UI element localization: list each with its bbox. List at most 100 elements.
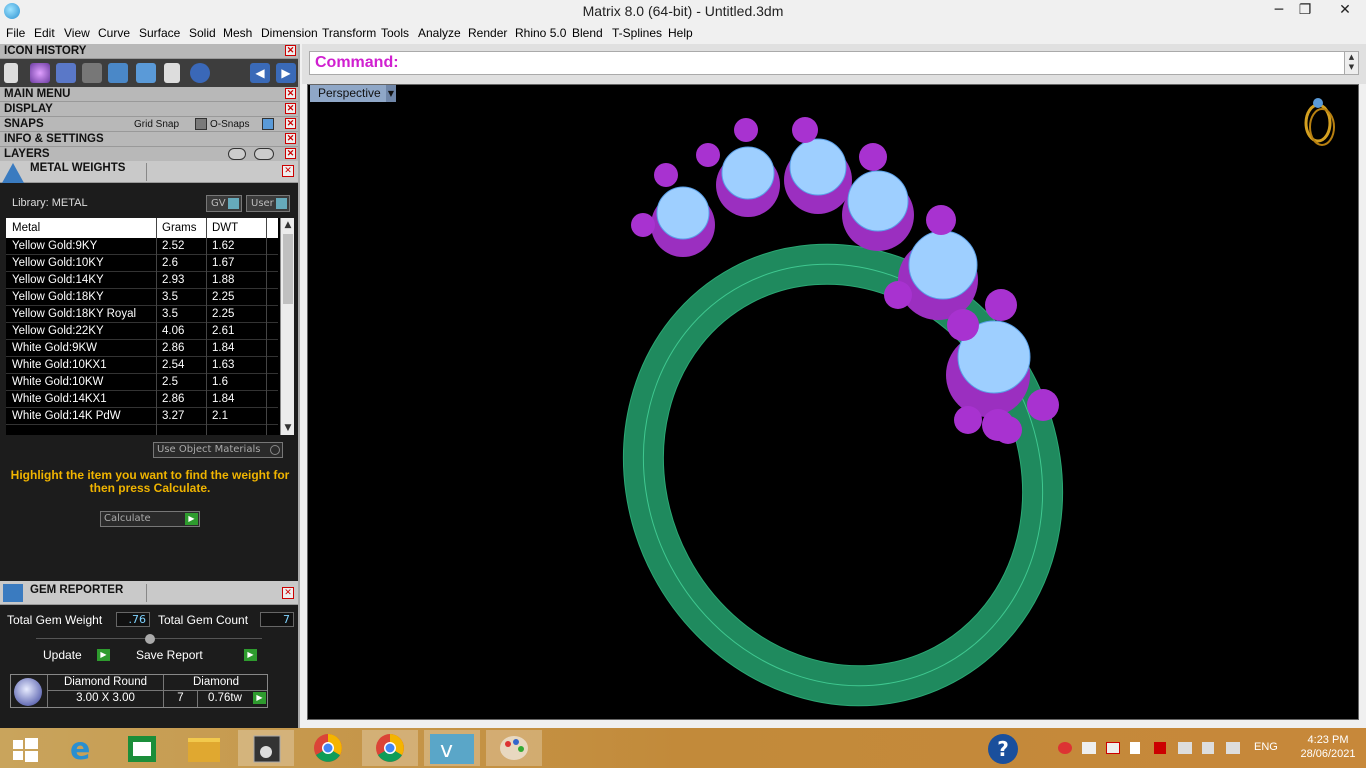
- close-icon[interactable]: ✕: [285, 45, 296, 56]
- command-input[interactable]: Command: ▲ ▼: [309, 51, 1359, 75]
- network-icon[interactable]: [1178, 742, 1192, 754]
- layers-header[interactable]: LAYERS ✕: [0, 147, 298, 162]
- table-row[interactable]: Yellow Gold:14KY 2.93 1.88: [6, 272, 278, 289]
- column-grams[interactable]: Grams: [162, 222, 197, 234]
- document-icon[interactable]: [164, 63, 180, 83]
- grid-snap-toggle[interactable]: [195, 118, 207, 130]
- scroll-thumb[interactable]: [283, 234, 293, 304]
- maximize-button[interactable]: ❐: [1290, 0, 1320, 22]
- menu-dimension[interactable]: Dimension: [261, 26, 318, 40]
- menu-tools[interactable]: Tools: [381, 26, 409, 40]
- taskbar-matrix[interactable]: [238, 730, 294, 766]
- calculate-button[interactable]: Calculate ▶: [100, 511, 200, 527]
- user-toggle[interactable]: User: [246, 195, 290, 212]
- table-row[interactable]: Yellow Gold:18KY Royal 3.5 2.25: [6, 306, 278, 323]
- onedrive-icon[interactable]: [1082, 742, 1096, 754]
- user-label: User: [251, 198, 274, 209]
- perspective-viewport[interactable]: Perspective ▼: [307, 84, 1359, 720]
- shield-icon[interactable]: [1154, 742, 1166, 754]
- clipboard-icon[interactable]: [4, 63, 18, 83]
- help-icon[interactable]: ?: [988, 734, 1018, 764]
- gem-icon[interactable]: [108, 63, 128, 83]
- column-dwt[interactable]: DWT: [212, 222, 238, 234]
- menu-tsplines[interactable]: T-Splines: [612, 26, 662, 40]
- language-indicator[interactable]: ENG: [1254, 741, 1278, 753]
- material-icon[interactable]: [30, 63, 50, 83]
- menu-file[interactable]: File: [6, 26, 25, 40]
- battery-icon[interactable]: [1202, 742, 1214, 754]
- menu-analyze[interactable]: Analyze: [418, 26, 461, 40]
- scroll-up-icon[interactable]: ▲: [281, 218, 294, 232]
- main-menu-header[interactable]: MAIN MENU ✕: [0, 87, 298, 102]
- save-icon[interactable]: [56, 63, 76, 83]
- gem-list-item[interactable]: Diamond Round Diamond 3.00 X 3.00 7 0.76…: [10, 674, 268, 708]
- splitter-handle[interactable]: [145, 634, 155, 644]
- column-metal[interactable]: Metal: [12, 222, 40, 234]
- display-header[interactable]: DISPLAY ✕: [0, 102, 298, 117]
- menu-edit[interactable]: Edit: [34, 26, 55, 40]
- icon-history-header[interactable]: ICON HISTORY ✕: [0, 44, 298, 59]
- table-row[interactable]: White Gold:9KW 2.86 1.84: [6, 340, 278, 357]
- render-icon[interactable]: [136, 63, 156, 83]
- taskbar-ie[interactable]: e: [54, 730, 110, 767]
- menu-mesh[interactable]: Mesh: [223, 26, 252, 40]
- close-button[interactable]: ✕: [1324, 0, 1366, 22]
- tray-app-icon[interactable]: [1034, 742, 1048, 754]
- menu-help[interactable]: Help: [668, 26, 693, 40]
- snaps-header[interactable]: SNAPS Grid Snap O-Snaps ✕: [0, 117, 298, 132]
- table-row[interactable]: Yellow Gold:9KY 2.52 1.62: [6, 238, 278, 255]
- table-row[interactable]: White Gold:14KX1 2.86 1.84: [6, 391, 278, 408]
- table-scrollbar[interactable]: ▲ ▼: [280, 218, 294, 435]
- close-icon[interactable]: ✕: [285, 148, 296, 159]
- update-button[interactable]: Update ▶: [43, 648, 111, 664]
- table-row[interactable]: Yellow Gold:18KY 3.5 2.25: [6, 289, 278, 306]
- antivirus-icon[interactable]: [1106, 742, 1120, 754]
- taskbar-paint[interactable]: [486, 730, 542, 766]
- volume-icon[interactable]: [1226, 742, 1240, 754]
- taskbar-chrome-2[interactable]: [362, 730, 418, 766]
- transform-icon[interactable]: [82, 63, 102, 83]
- close-icon[interactable]: ✕: [282, 165, 294, 177]
- table-row[interactable]: Yellow Gold:10KY 2.6 1.67: [6, 255, 278, 272]
- start-button[interactable]: [0, 730, 50, 766]
- eye-icon[interactable]: [254, 148, 274, 160]
- table-row[interactable]: White Gold:14K PdW 3.27 2.1: [6, 408, 278, 425]
- close-icon[interactable]: ✕: [282, 587, 294, 599]
- history-forward-icon[interactable]: ▶: [276, 63, 296, 83]
- menu-blend[interactable]: Blend: [572, 26, 603, 40]
- command-scroll[interactable]: ▲ ▼: [1344, 52, 1358, 74]
- info-settings-header[interactable]: INFO & SETTINGS ✕: [0, 132, 298, 147]
- menu-view[interactable]: View: [64, 26, 90, 40]
- history-back-icon[interactable]: ◀: [250, 63, 270, 83]
- o-snaps-toggle[interactable]: [262, 118, 274, 130]
- menu-transform[interactable]: Transform: [322, 26, 376, 40]
- table-row[interactable]: White Gold:10KW 2.5 1.6: [6, 374, 278, 391]
- tray-record-icon[interactable]: [1058, 742, 1072, 754]
- clock[interactable]: 4:23 PM 28/06/2021: [1296, 733, 1360, 761]
- divider: [146, 163, 147, 181]
- save-report-button[interactable]: Save Report ▶: [134, 648, 258, 664]
- gv-toggle[interactable]: GV: [206, 195, 242, 212]
- close-icon[interactable]: ✕: [285, 103, 296, 114]
- taskbar-chrome[interactable]: [300, 730, 356, 766]
- play-icon[interactable]: ▶: [253, 692, 266, 704]
- rotate-icon[interactable]: [190, 63, 210, 83]
- ring-model: [622, 98, 1335, 707]
- flag-icon[interactable]: [1130, 742, 1140, 754]
- layer-visibility-icon[interactable]: [228, 148, 246, 160]
- menu-solid[interactable]: Solid: [189, 26, 216, 40]
- menu-rhino5[interactable]: Rhino 5.0: [515, 26, 566, 40]
- taskbar-store[interactable]: [114, 730, 170, 766]
- menu-curve[interactable]: Curve: [98, 26, 130, 40]
- table-row[interactable]: Yellow Gold:22KY 4.06 2.61: [6, 323, 278, 340]
- taskbar-app[interactable]: v: [424, 730, 480, 766]
- use-object-materials-checkbox[interactable]: Use Object Materials: [153, 442, 283, 458]
- menu-surface[interactable]: Surface: [139, 26, 180, 40]
- scroll-down-icon[interactable]: ▼: [281, 421, 294, 435]
- table-row[interactable]: White Gold:10KX1 2.54 1.63: [6, 357, 278, 374]
- menu-render[interactable]: Render: [468, 26, 507, 40]
- close-icon[interactable]: ✕: [285, 133, 296, 144]
- taskbar-explorer[interactable]: [176, 730, 232, 766]
- close-icon[interactable]: ✕: [285, 118, 296, 129]
- close-icon[interactable]: ✕: [285, 88, 296, 99]
